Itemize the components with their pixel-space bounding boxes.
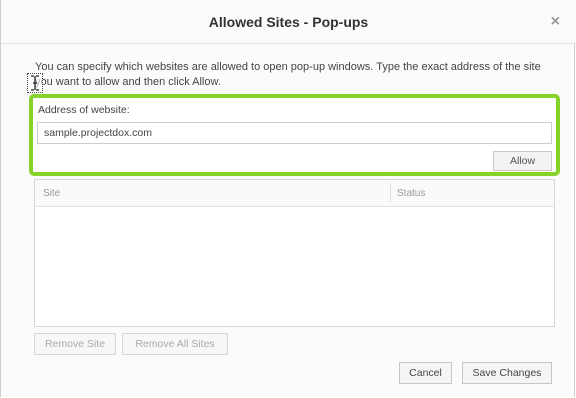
- close-icon[interactable]: ×: [551, 13, 560, 31]
- text-cursor-icon: [27, 73, 43, 93]
- save-changes-button[interactable]: Save Changes: [462, 362, 552, 384]
- dialog-description: You can specify which websites are allow…: [35, 61, 541, 88]
- dialog-title: Allowed Sites - Pop-ups: [208, 14, 369, 30]
- table-header: Site Status: [35, 180, 554, 207]
- allow-button[interactable]: Allow: [493, 151, 552, 171]
- address-label: Address of website:: [38, 104, 130, 116]
- sites-table: Site Status: [34, 179, 555, 327]
- column-divider: [390, 183, 391, 203]
- remove-site-button[interactable]: Remove Site: [34, 333, 116, 355]
- address-input[interactable]: sample.projectdox.com: [37, 122, 552, 144]
- dialog-title-bar: Allowed Sites - Pop-ups ×: [1, 0, 576, 44]
- allowed-sites-dialog: Allowed Sites - Pop-ups × You can specif…: [0, 0, 576, 397]
- address-highlight-box: Address of website: sample.projectdox.co…: [29, 94, 560, 176]
- cancel-button[interactable]: Cancel: [399, 362, 452, 384]
- remove-all-sites-button[interactable]: Remove All Sites: [122, 333, 228, 355]
- column-header-status[interactable]: Status: [397, 188, 425, 199]
- column-header-site[interactable]: Site: [43, 188, 60, 199]
